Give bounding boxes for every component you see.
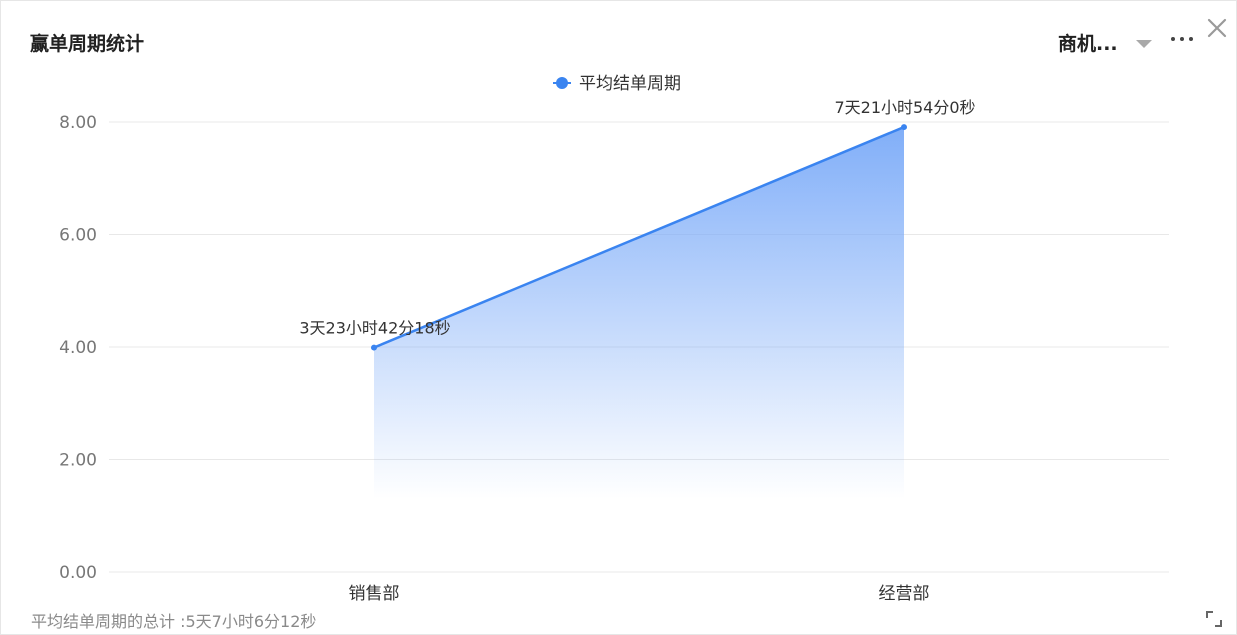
y-tick-label: 4.00 (59, 338, 97, 358)
data-point (371, 344, 377, 351)
data-point (901, 124, 907, 131)
y-tick-label: 8.00 (59, 113, 97, 133)
legend-marker (556, 77, 568, 89)
chart-card: 赢单周期统计 商机... 0.00 2.00 4.00 6.00 8.00 销售部 经营部平… (0, 0, 1237, 635)
y-tick-label: 6.00 (59, 226, 97, 246)
area-fill (374, 127, 904, 499)
y-tick-label: 0.00 (59, 563, 97, 583)
area-chart: 0.00 2.00 4.00 6.00 8.00 销售部 经营部 平均结单周期 3天23小时42… (59, 74, 1169, 604)
data-label: 3天23小时42分18秒 (299, 319, 450, 338)
data-label: 7天21小时54分0秒 (834, 98, 975, 117)
legend-label: 平均结单周期 (579, 74, 681, 94)
total-summary: 平均结单周期的总计 :5天7小时6分12秒 (31, 612, 317, 631)
y-tick-label: 2.00 (59, 451, 97, 471)
expand-corner-icon[interactable] (1205, 610, 1223, 628)
x-tick-label: 销售部 (349, 584, 400, 604)
x-tick-label: 经营部 (879, 584, 930, 604)
